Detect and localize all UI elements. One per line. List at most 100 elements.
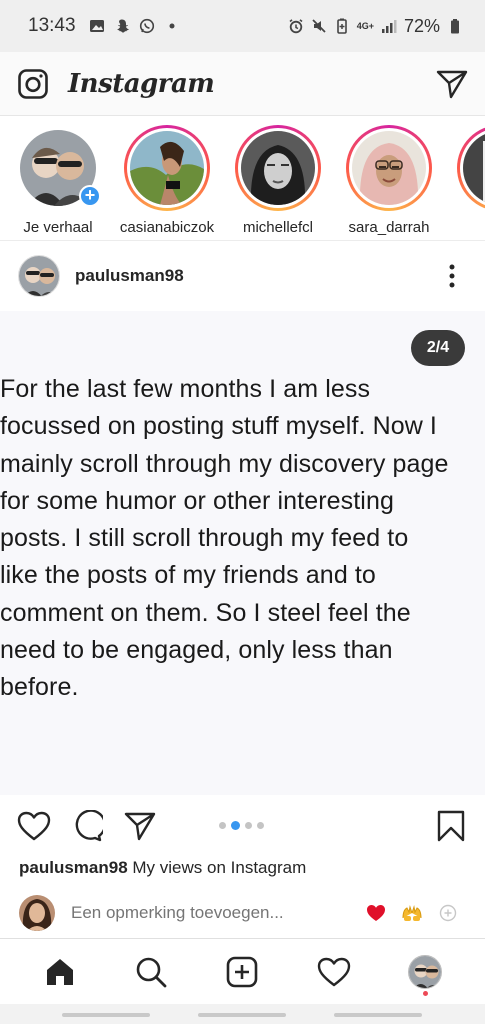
post-slide-text: For the last few months I am less focuss… [0,371,485,707]
carousel-dots [219,821,264,830]
story-ring [457,125,485,211]
battery-saver-icon [336,18,347,34]
story-ring [235,125,321,211]
avatar [463,131,485,205]
story-item[interactable]: sara_darrah [343,125,435,236]
story-ring [124,125,210,211]
battery-icon [451,19,459,34]
post-action-bar [0,798,485,854]
post-text-line: like the posts of my friends and to [0,561,376,590]
nav-new-post[interactable] [222,952,262,992]
story-item[interactable]: michellefcl [232,125,324,236]
bookmark-icon [437,810,465,842]
gesture-recents[interactable] [62,1013,150,1017]
whatsapp-icon [139,18,154,34]
story-ring: + [15,125,101,211]
post-media[interactable]: 2/4 For the last few months I am less fo… [0,311,485,795]
add-story-icon[interactable]: + [79,185,101,207]
heart-emoji-icon [367,905,385,921]
avatar [352,131,426,205]
nav-profile[interactable] [405,952,445,996]
activity-heart-icon [317,957,351,986]
camera-icon [18,68,48,99]
carousel-dot [219,822,226,829]
post-text-line: focussed on posting stuff myself. Now I [0,412,437,441]
mute-icon [312,19,326,33]
comment-bubble-icon [75,810,103,842]
post-text-line: before. [0,673,79,702]
gallery-icon [89,20,104,32]
snapchat-icon [116,19,129,33]
more-vertical-icon [449,264,455,288]
add-comment-row [0,893,485,933]
heart-icon [17,811,51,841]
status-right: 4G+ 72% [288,16,463,37]
story-ring [346,125,432,211]
battery-percentage: 72% [403,15,440,36]
add-emoji-button[interactable] [437,902,459,924]
alarm-icon [289,19,303,34]
share-button[interactable] [122,808,158,844]
quick-reaction-heart[interactable] [365,902,387,924]
like-button[interactable] [16,808,52,844]
post-text-line: posts. I still scroll through my feed to [0,524,409,553]
gesture-back[interactable] [334,1013,422,1017]
comment-input[interactable] [71,903,351,923]
carousel-dot-active [231,821,240,830]
post-text-line: For the last few months I am less [0,375,371,403]
story-label: sara_darrah [348,219,430,236]
paper-plane-icon [124,812,156,841]
status-bar: 13:43 4G+ 72% [0,0,485,52]
carousel-dot [245,822,252,829]
app-header: Instagram [0,52,485,116]
gesture-home[interactable] [198,1013,286,1017]
commenter-avatar [19,895,55,931]
comment-button[interactable] [69,808,105,844]
post-author-avatar[interactable] [18,255,60,297]
story-label: casianabiczok [119,219,215,236]
raised-hands-emoji-icon [402,905,422,921]
post-header: paulusman98 [0,242,485,310]
stories-tray: + Je verhaal casianabiczok michellefcl s… [0,117,485,241]
caption-text: My views on Instagram [132,858,307,877]
search-icon [136,957,167,987]
post-options-button[interactable] [437,261,467,291]
app-wordmark: Instagram [68,68,215,99]
new-post-icon [227,956,258,987]
story-own[interactable]: + Je verhaal [12,125,104,236]
avatar [130,131,204,205]
status-time: 13:43 [28,15,76,36]
status-left: 13:43 [28,15,180,37]
post-caption: paulusman98 My views on Instagram [19,858,306,878]
carousel-dot [257,822,264,829]
home-icon [46,958,73,985]
signal-icon [381,20,397,33]
story-label: Je verhaal [23,219,93,236]
post-text-line: need to be engaged, only less than [0,636,393,665]
bottom-navigation [0,938,485,1004]
nav-home[interactable] [40,952,80,992]
notification-dot [423,990,429,996]
quick-reaction-raised-hands[interactable] [401,902,423,924]
avatar [241,131,315,205]
paper-plane-icon [436,70,468,98]
post-username[interactable]: paulusman98 [75,266,184,286]
caption-username[interactable]: paulusman98 [19,858,128,877]
story-item[interactable]: lul [454,125,485,236]
nav-search[interactable] [131,952,171,992]
dot-icon [169,23,175,29]
add-emoji-icon [439,904,457,922]
system-gesture-bar [0,1004,485,1024]
save-button[interactable] [433,808,469,844]
post-text-line: mainly scroll through my discovery page [0,449,449,478]
post-text-line: for some humor or other interesting [0,486,394,515]
camera-button[interactable] [16,67,50,101]
story-item[interactable]: casianabiczok [119,125,215,236]
direct-messages-button[interactable] [435,67,469,101]
profile-avatar [408,954,443,989]
post-text-line: comment on them. So I steel feel the [0,598,411,627]
story-label: michellefcl [242,219,314,236]
network-type: 4G+ [356,20,374,31]
nav-activity[interactable] [314,952,354,992]
carousel-page-badge: 2/4 [411,330,465,366]
